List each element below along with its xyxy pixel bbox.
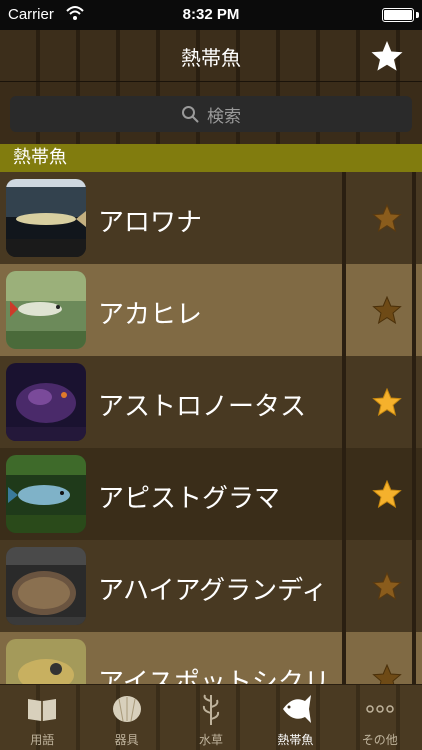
plant-icon [202, 694, 220, 725]
search-placeholder: 検索 [207, 106, 241, 127]
favorite-star-icon[interactable] [372, 296, 402, 324]
row-divider [342, 448, 346, 540]
row-divider [342, 540, 346, 632]
row-edge [412, 356, 416, 448]
row-edge [412, 632, 416, 684]
list-item[interactable]: アイスポットシクリ [0, 632, 422, 684]
tab-label: 器具 [114, 733, 139, 747]
fish-thumbnail [6, 639, 86, 684]
favorite-star-icon[interactable] [372, 664, 402, 684]
list-item[interactable]: アカヒレ [0, 264, 422, 356]
row-divider [342, 264, 346, 356]
row-edge [412, 172, 416, 264]
row-divider [342, 632, 346, 684]
status-bar: Carrier 8:32 PM [0, 0, 422, 30]
tab-bar: 用語 器具 水草 熱帯魚 その他 [0, 684, 422, 750]
section-header: 熱帯魚 [0, 144, 422, 172]
tab-label: 水草 [198, 733, 223, 747]
shell-icon [112, 696, 141, 722]
favorite-star-icon[interactable] [372, 388, 402, 416]
fish-thumbnail [6, 547, 86, 625]
fish-name: アイスポットシクリ [98, 668, 330, 684]
tab-more[interactable]: その他 [338, 685, 422, 750]
tab-equipment[interactable]: 器具 [84, 685, 168, 750]
list-item[interactable]: アストロノータス [0, 356, 422, 448]
list-item[interactable]: アハイアグランディ [0, 540, 422, 632]
search-input[interactable]: 検索 [10, 96, 412, 132]
fish-thumbnail [6, 179, 86, 257]
row-edge [412, 448, 416, 540]
tab-tropical-fish[interactable]: 熱帯魚 [253, 685, 337, 750]
list-item[interactable]: アロワナ [0, 172, 422, 264]
favorite-star-icon[interactable] [372, 204, 402, 232]
tab-label: その他 [361, 733, 398, 747]
status-time: 8:32 PM [182, 6, 240, 23]
fish-list: アロワナ アカヒレ アストロノータス アピストグラマ アハイアグランディ アイス… [0, 172, 422, 684]
search-area: 検索 [0, 82, 422, 144]
tab-label: 熱帯魚 [277, 733, 314, 747]
tab-aquatic-plants[interactable]: 水草 [169, 685, 253, 750]
row-edge [412, 540, 416, 632]
fish-thumbnail [6, 363, 86, 441]
battery-icon [382, 8, 414, 22]
page-title: 熱帯魚 [181, 46, 241, 70]
battery-nub [416, 12, 419, 18]
row-divider [342, 172, 346, 264]
fish-name: アピストグラマ [98, 484, 281, 514]
tab-label: 用語 [30, 733, 55, 747]
fish-thumbnail [6, 455, 86, 533]
fish-name: アカヒレ [98, 300, 203, 330]
fish-icon [283, 695, 312, 723]
fish-name: アハイアグランディ [98, 576, 328, 606]
fish-name: アロワナ [98, 208, 203, 238]
search-icon [182, 106, 199, 123]
fish-thumbnail [6, 271, 86, 349]
more-icon [366, 705, 394, 713]
favorites-star-icon[interactable] [370, 39, 404, 73]
list-item[interactable]: アピストグラマ [0, 448, 422, 540]
tab-glossary[interactable]: 用語 [0, 685, 84, 750]
row-edge [412, 264, 416, 356]
fish-name: アストロノータス [98, 392, 307, 422]
favorite-star-icon[interactable] [372, 572, 402, 600]
favorite-star-icon[interactable] [372, 480, 402, 508]
book-icon [28, 699, 57, 721]
navigation-bar: 熱帯魚 [0, 30, 422, 82]
row-divider [342, 356, 346, 448]
